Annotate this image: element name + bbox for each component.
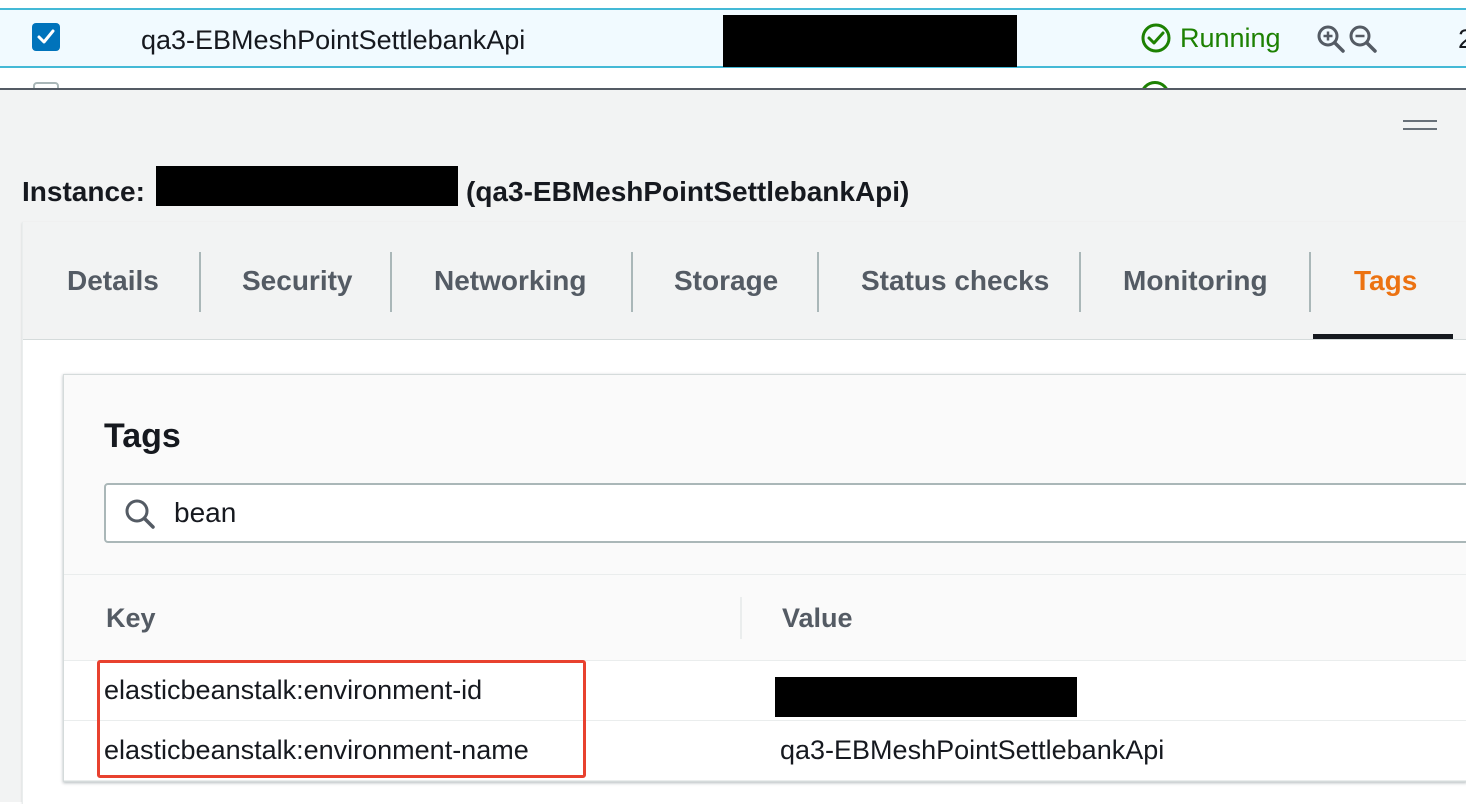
tags-title: Tags <box>104 417 181 455</box>
active-tab-indicator <box>1313 334 1453 339</box>
row-trailing-value: 2 <box>1458 24 1466 54</box>
tab-details[interactable]: Details <box>67 250 159 312</box>
status-ok-icon <box>1141 23 1171 53</box>
table-header: Key Value <box>64 575 1466 661</box>
instance-status: Running <box>1140 22 1281 54</box>
tab-status-checks[interactable]: Status checks <box>861 250 1049 312</box>
tag-key: elasticbeanstalk:environment-name <box>104 735 529 765</box>
tab-tags[interactable]: Tags <box>1354 250 1417 312</box>
tab-divider <box>1079 252 1081 312</box>
tab-divider <box>631 252 633 312</box>
column-header-value[interactable]: Value <box>782 603 853 634</box>
table-row: elasticbeanstalk:environment-id <box>64 661 1466 721</box>
instance-title-name: (qa3-EBMeshPointSettlebankApi) <box>466 176 910 207</box>
tab-bar: Details Security Networking Storage Stat… <box>23 222 1466 340</box>
tab-monitoring[interactable]: Monitoring <box>1123 250 1268 312</box>
zoom-in-icon[interactable] <box>1316 24 1346 54</box>
search-icon <box>125 499 155 529</box>
tabs-container: Details Security Networking Storage Stat… <box>22 222 1466 804</box>
redacted-instance-id <box>156 166 458 206</box>
tags-header: Tags <box>64 375 1466 575</box>
instance-name[interactable]: qa3-EBMeshPointSettlebankApi <box>141 24 525 56</box>
table-row: elasticbeanstalk:environment-name qa3-EB… <box>64 721 1466 781</box>
checkmark-icon <box>37 29 55 44</box>
tag-value: qa3-EBMeshPointSettlebankApi <box>780 735 1165 765</box>
tag-search-box[interactable] <box>104 483 1466 543</box>
resize-handle-icon[interactable] <box>1403 120 1437 132</box>
tab-networking[interactable]: Networking <box>434 250 586 312</box>
column-divider[interactable] <box>740 597 742 639</box>
tab-divider <box>390 252 392 312</box>
instance-details-panel: Instance: (qa3-EBMeshPointSettlebankApi)… <box>0 88 1466 804</box>
tab-divider <box>1309 252 1311 312</box>
tab-divider <box>817 252 819 312</box>
tag-key: elasticbeanstalk:environment-id <box>104 675 483 705</box>
zoom-controls <box>1316 24 1378 54</box>
zoom-out-icon[interactable] <box>1348 24 1378 54</box>
status-label: Running <box>1180 22 1281 53</box>
instance-list-row-partial <box>0 70 1466 90</box>
tag-search-input[interactable] <box>174 485 1374 541</box>
instance-list-row[interactable]: qa3-EBMeshPointSettlebankApi Running 2 <box>0 8 1466 68</box>
instance-title: Instance: (qa3-EBMeshPointSettlebankApi) <box>22 166 909 208</box>
row-checkbox[interactable] <box>32 23 60 51</box>
redacted-tag-value <box>775 677 1077 717</box>
tab-storage[interactable]: Storage <box>674 250 778 312</box>
tab-security[interactable]: Security <box>242 250 353 312</box>
tab-divider <box>199 252 201 312</box>
redacted-instance-id <box>723 15 1017 67</box>
tags-container: Tags Key Value elasticbeanstalk:environm… <box>63 374 1466 782</box>
column-header-key[interactable]: Key <box>106 603 156 634</box>
instance-title-prefix: Instance: <box>22 176 145 207</box>
